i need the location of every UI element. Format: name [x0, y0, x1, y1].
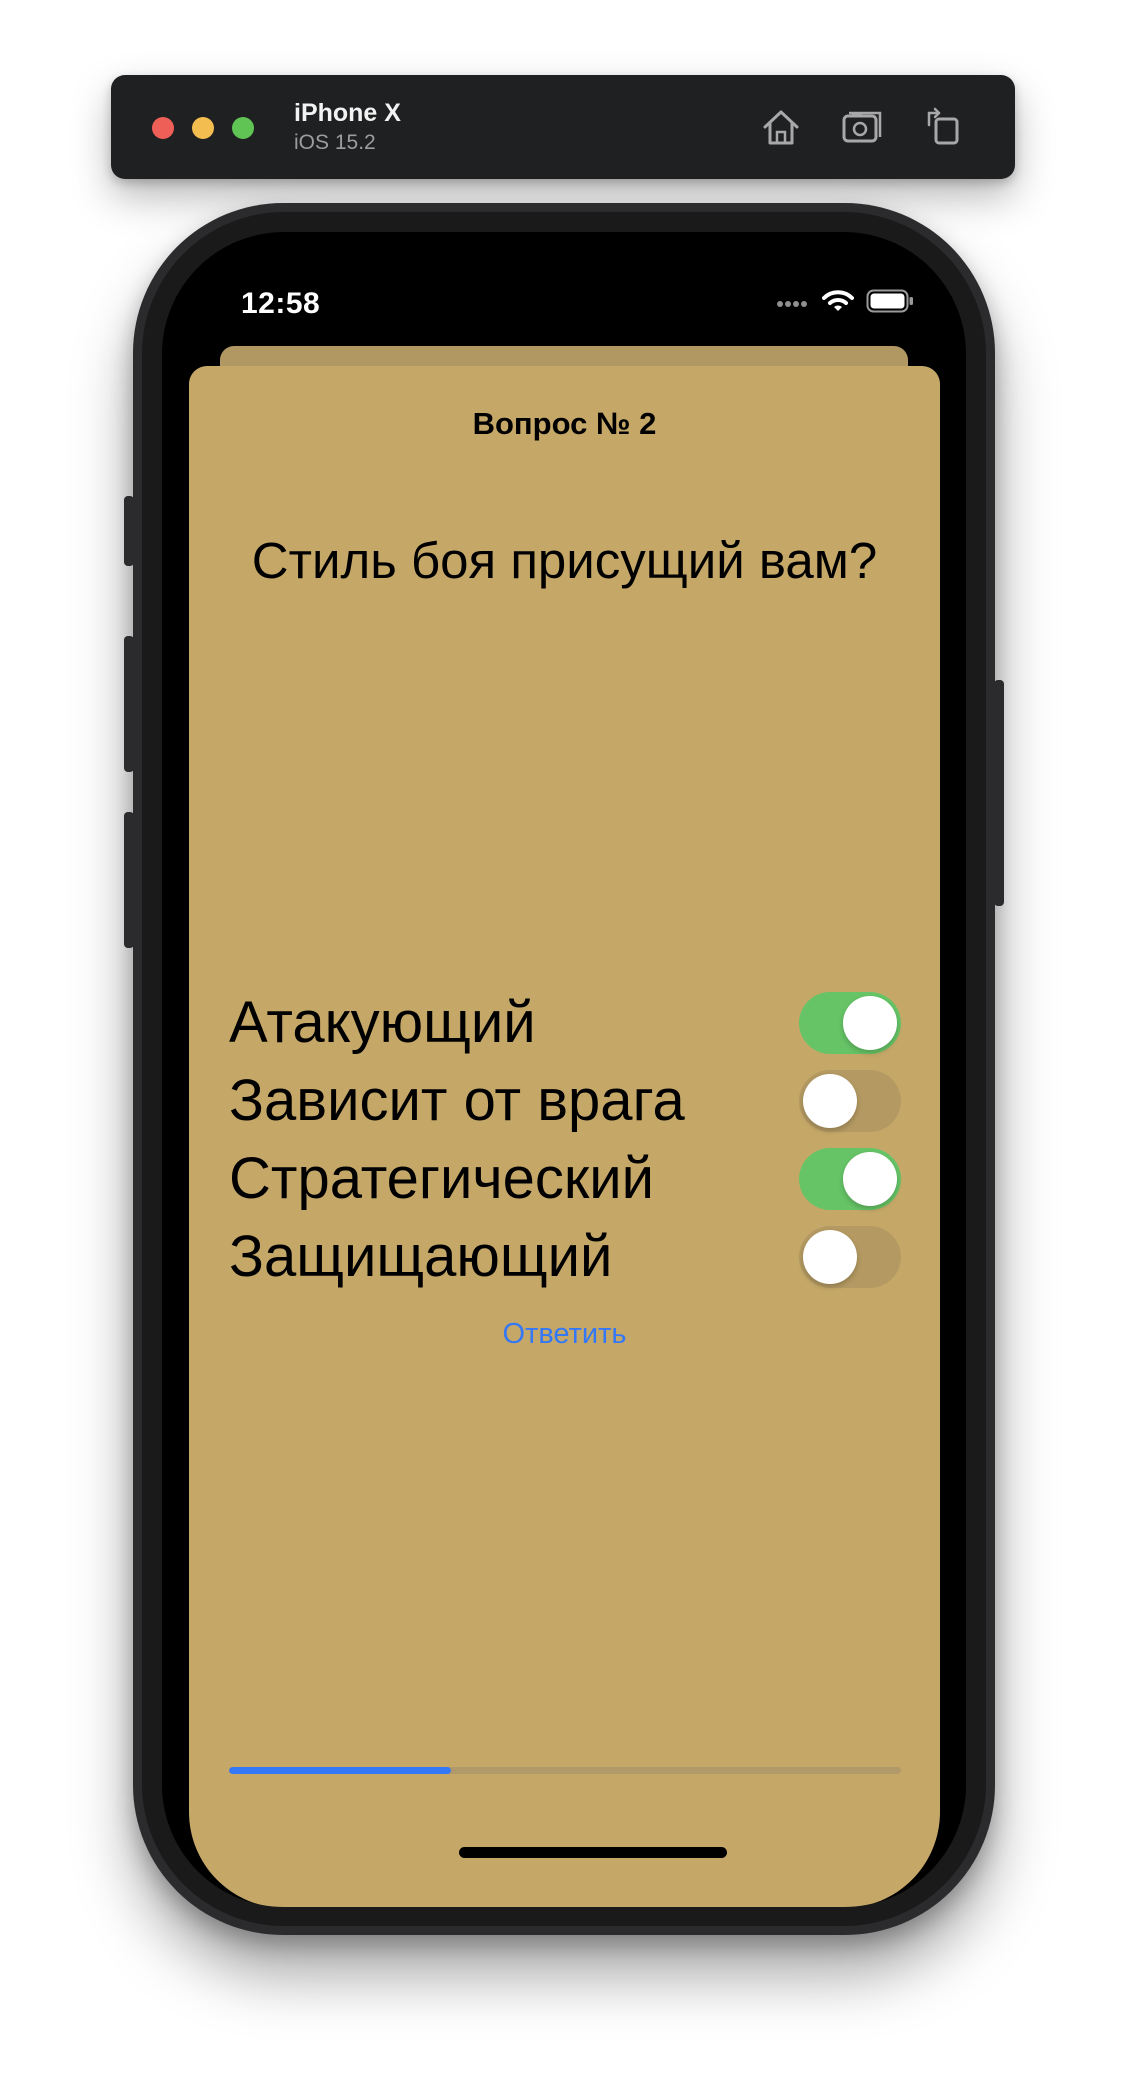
minimize-window-button[interactable]: [192, 117, 214, 139]
question-text: Стиль боя присущий вам?: [251, 532, 878, 589]
option-toggle[interactable]: [799, 1070, 901, 1132]
battery-icon: [866, 289, 914, 318]
option-row: Зависит от врага: [229, 1062, 901, 1140]
simulator-toolbar: iPhone X iOS 15.2: [111, 75, 1015, 179]
option-label: Атакующий: [229, 990, 536, 1055]
option-label: Стратегический: [229, 1146, 655, 1211]
option-toggle[interactable]: [799, 992, 901, 1054]
os-version: iOS 15.2: [294, 131, 376, 154]
mute-switch: [124, 496, 134, 566]
status-icons: [776, 289, 914, 318]
option-label: Защищающий: [229, 1224, 613, 1289]
toggle-knob: [803, 1074, 857, 1128]
question-card: Вопрос № 2 Стиль боя присущий вам? Атаку…: [189, 366, 940, 1907]
status-time: 12:58: [241, 287, 321, 320]
side-button: [994, 680, 1004, 906]
device-name: iPhone X: [294, 99, 401, 127]
volume-up-button: [124, 636, 134, 772]
option-toggle[interactable]: [799, 1148, 901, 1210]
screenshot-icon: [842, 111, 882, 143]
zoom-window-button[interactable]: [232, 117, 254, 139]
home-button[interactable]: [759, 105, 803, 149]
home-indicator[interactable]: [459, 1847, 727, 1858]
volume-down-button: [124, 812, 134, 948]
toggle-knob: [803, 1230, 857, 1284]
phone-screen: 12:58 Вопрос № 2 Стиль боя присущий вам?…: [162, 232, 966, 1907]
answer-options: Атакующий Зависит от врага Стратегически…: [229, 984, 901, 1296]
question-number: Вопрос № 2: [472, 406, 657, 441]
home-icon: [763, 110, 799, 145]
rotate-button[interactable]: [923, 105, 967, 149]
wifi-icon: [822, 289, 854, 318]
option-label: Зависит от врага: [229, 1068, 685, 1133]
option-row: Защищающий: [229, 1218, 901, 1296]
answer-button[interactable]: Ответить: [189, 1318, 940, 1351]
option-row: Атакующий: [229, 984, 901, 1062]
rotate-icon: [927, 107, 959, 145]
toggle-knob: [843, 996, 897, 1050]
quiz-progress-fill: [229, 1767, 451, 1774]
quiz-progress-bar: [229, 1767, 901, 1774]
option-toggle[interactable]: [799, 1226, 901, 1288]
option-row: Стратегический: [229, 1140, 901, 1218]
close-window-button[interactable]: [152, 117, 174, 139]
cellular-signal-icon: [776, 295, 810, 313]
toggle-knob: [843, 1152, 897, 1206]
screenshot-button[interactable]: [840, 105, 884, 149]
